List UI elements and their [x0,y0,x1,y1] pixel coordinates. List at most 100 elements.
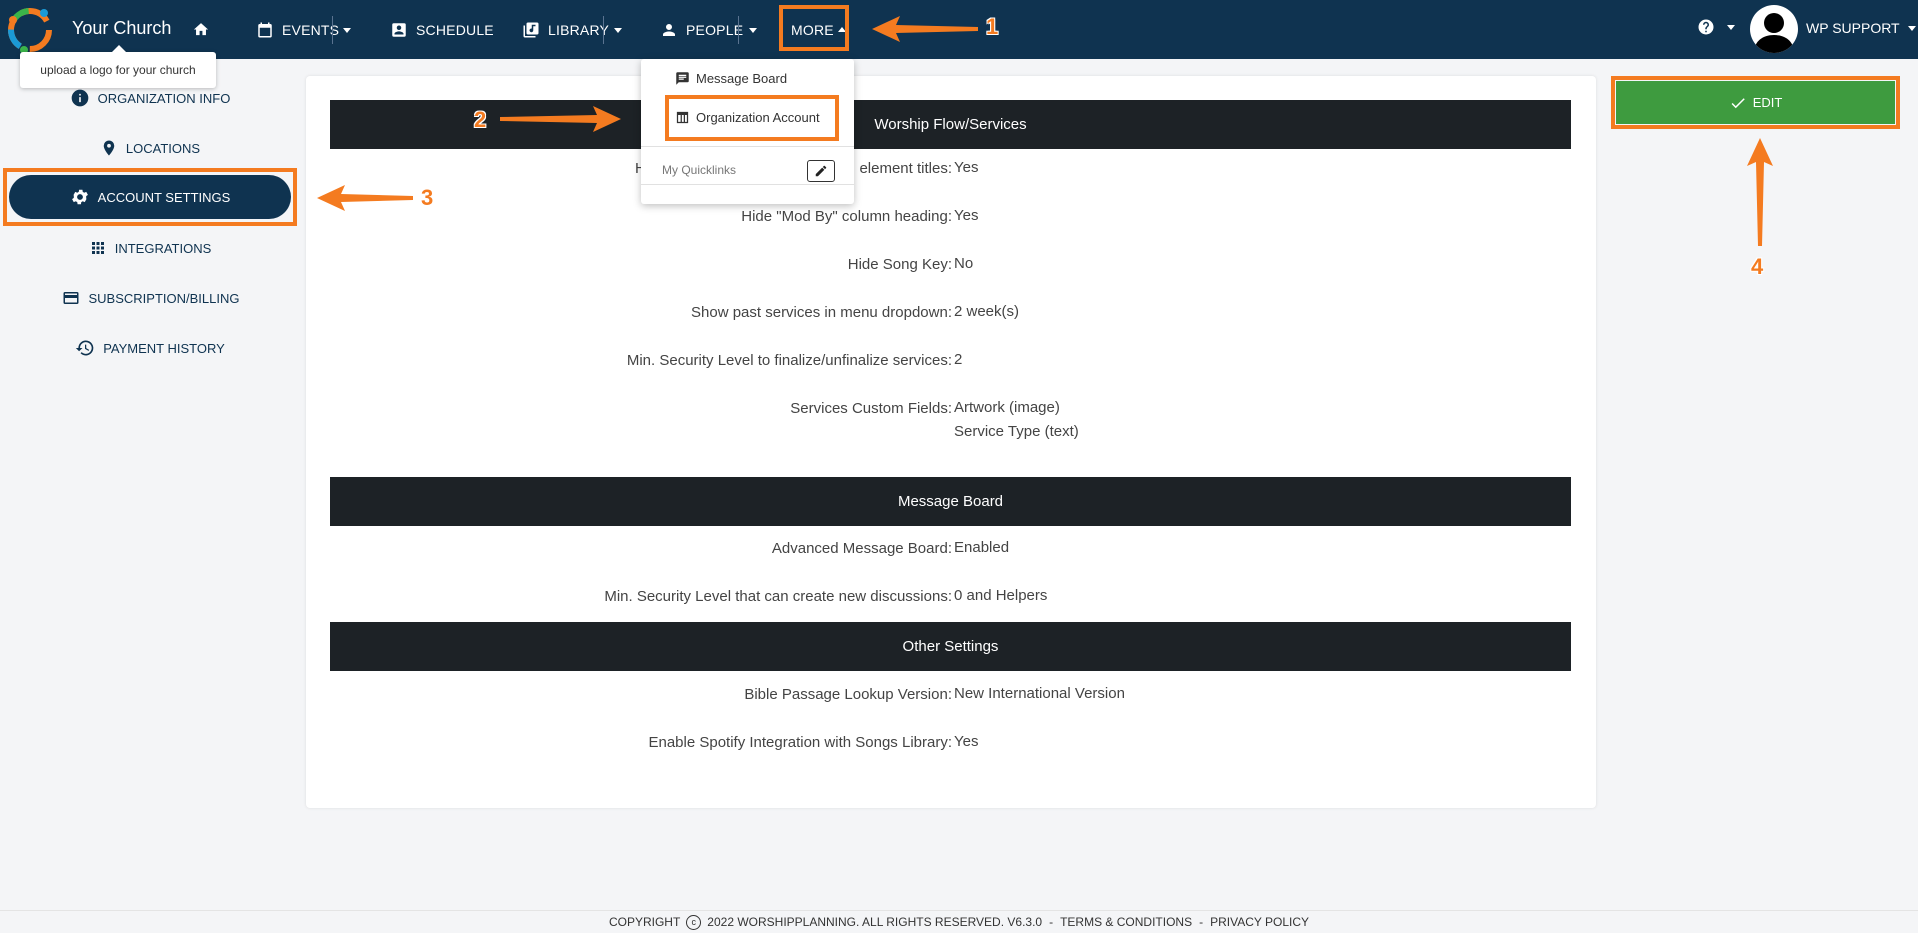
events-dropdown-toggle[interactable] [332,16,351,44]
nav-events-label: EVENTS [282,21,340,38]
footer-text: 2022 WORSHIPPLANNING. ALL RIGHTS RESERVE… [707,915,1043,929]
church-name[interactable]: Your Church [72,18,171,39]
nav-people-label: PEOPLE [686,21,744,38]
sidebar-item-label: INTEGRATIONS [114,240,212,256]
setting-value: 2 [954,351,963,368]
chevron-down-icon [1727,24,1735,30]
setting-key: Hide Song Key: [847,256,952,273]
menu-item-label: Message Board [696,71,788,86]
setting-key: Services Custom Fields: [790,400,952,417]
setting-value: 0 and Helpers [954,587,1048,604]
setting-value: 2 week(s) [954,303,1020,320]
setting-key: Bible Passage Lookup Version: [744,686,952,703]
setting-key: Min. Security Level that can create new … [604,588,952,605]
edit-label: EDIT [1752,95,1783,110]
setting-value: Service Type (text) [954,423,1079,440]
annotation-arrow-4 [1747,138,1773,246]
setting-key: Enable Spotify Integration with Songs Li… [648,734,952,751]
divider [641,146,854,147]
church-logo[interactable] [4,4,56,56]
user-name: WP SUPPORT [1806,20,1900,36]
help-icon [1698,19,1714,35]
people-dropdown-toggle[interactable] [738,16,757,44]
gear-icon [71,189,88,205]
home-icon [193,23,209,36]
pencil-icon [815,165,827,177]
chevron-down-icon [749,27,757,33]
separator: - [1049,915,1054,929]
menu-item-message-board[interactable]: Message Board [675,71,787,86]
annotation-number-4: 4 [1751,254,1764,279]
sidebar-item-account-settings[interactable]: ACCOUNT SETTINGS [9,175,291,219]
nav-library[interactable]: LIBRARY [522,0,609,59]
user-menu[interactable]: WP SUPPORT [1806,20,1916,36]
location-pin-icon [103,140,115,156]
calendar-icon [258,22,272,37]
privacy-link[interactable]: PRIVACY POLICY [1210,915,1309,929]
copyright-icon: c [686,914,702,930]
organization-account-highlight-box [665,95,839,141]
annotation-number-1: 1 [986,14,999,39]
edit-quicklinks-button[interactable] [807,160,835,182]
annotation-arrow-2 [500,106,621,132]
user-silhouette-icon [1754,13,1794,53]
edit-button[interactable]: EDIT [1616,81,1895,124]
chevron-down-icon [343,27,351,33]
help-button[interactable] [1697,18,1735,36]
section-header-message-board: Message Board [330,477,1571,526]
setting-key: Advanced Message Board: [771,540,952,557]
separator: - [1199,915,1204,929]
library-icon [523,22,539,37]
sidebar-item-locations[interactable]: LOCATIONS [0,133,300,163]
setting-key: Hide "Mod By" column heading: [741,208,952,225]
sidebar-item-label: LOCATIONS [125,140,201,156]
annotation-arrow-3 [317,185,413,211]
annotation-number-2: 2 [474,107,487,132]
chevron-down-icon [1907,25,1916,31]
terms-link[interactable]: TERMS & CONDITIONS [1060,915,1192,929]
setting-key: Min. Security Level to finalize/unfinali… [626,352,952,369]
setting-value: Yes [954,159,979,176]
setting-value: Yes [954,733,979,750]
copyright-label: COPYRIGHT [608,915,681,929]
nav-schedule-label: SCHEDULE [416,21,494,38]
setting-value: Artwork (image) [954,399,1060,416]
annotation-number-3: 3 [421,185,434,210]
nav-library-label: LIBRARY [548,21,610,38]
history-icon [76,340,94,356]
nav-people[interactable]: PEOPLE [660,0,743,59]
setting-value: Enabled [954,539,1010,556]
person-icon [663,23,675,36]
info-icon [71,89,89,107]
sidebar-item-label: SUBSCRIPTION/BILLING [88,290,240,306]
schedule-icon [392,22,406,37]
section-header-other-settings: Other Settings [330,622,1571,671]
check-icon [1731,97,1745,108]
sidebar-item-payment-history[interactable]: PAYMENT HISTORY [0,333,300,363]
setting-value: New International Version [954,685,1125,702]
apps-grid-icon [91,242,104,254]
setting-key: element titles: [859,160,952,177]
sidebar-item-label: ACCOUNT SETTINGS [97,189,231,205]
annotation-arrow-1 [872,16,978,42]
more-highlight-box [779,5,849,51]
avatar[interactable] [1750,5,1798,53]
setting-key: Show past services in menu dropdown: [691,304,952,321]
quicklinks-label: My Quicklinks [662,163,737,177]
message-icon [676,72,689,85]
sidebar-item-integrations[interactable]: INTEGRATIONS [0,233,300,263]
nav-events[interactable]: EVENTS [256,0,339,59]
credit-card-icon [63,292,78,304]
sidebar-item-label: ORGANIZATION INFO [97,90,231,106]
divider [641,184,854,185]
sidebar-item-organization-info[interactable]: ORGANIZATION INFO [0,83,300,113]
sidebar-item-subscription-billing[interactable]: SUBSCRIPTION/BILLING [0,283,300,313]
footer: COPYRIGHT c 2022 WORSHIPPLANNING. ALL RI… [0,910,1918,933]
chevron-down-icon [614,27,622,33]
sidebar-item-label: PAYMENT HISTORY [103,340,225,356]
setting-value: No [954,255,974,272]
setting-value: Yes [954,207,979,224]
nav-schedule[interactable]: SCHEDULE [390,0,494,59]
library-dropdown-toggle[interactable] [603,16,622,44]
home-button[interactable] [192,0,210,59]
